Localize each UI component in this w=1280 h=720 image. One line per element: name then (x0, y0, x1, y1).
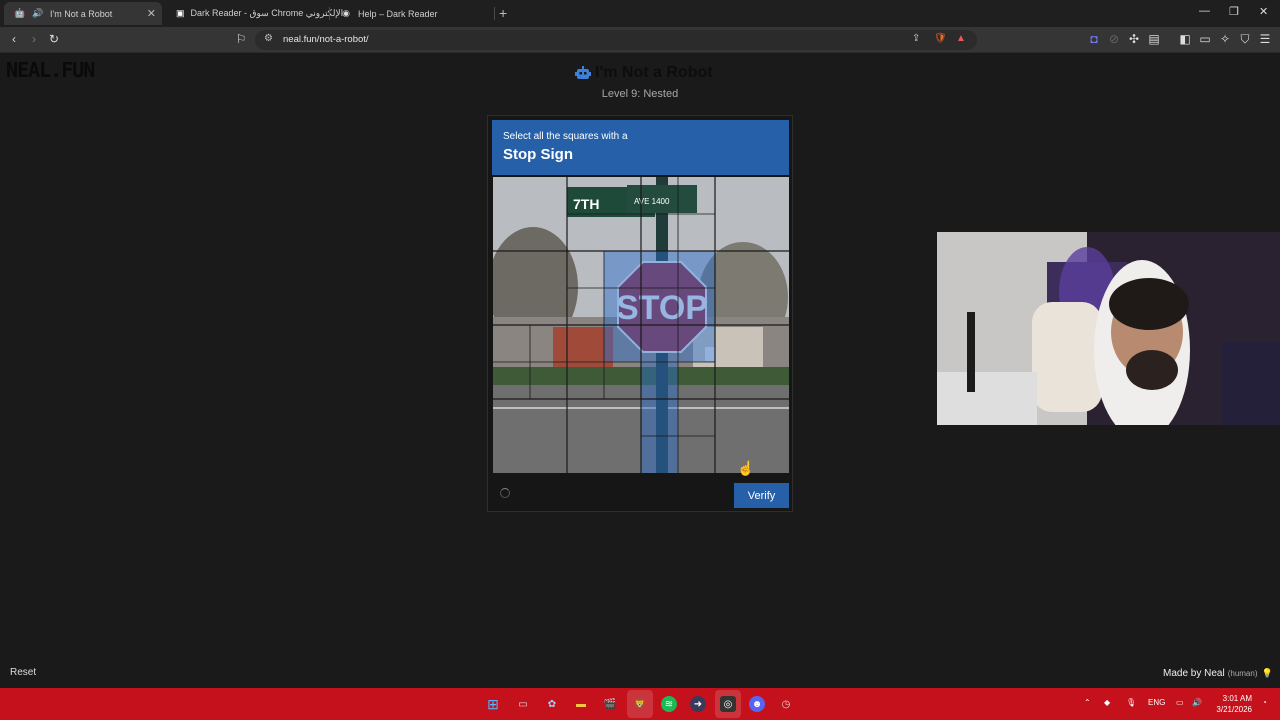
wallet-icon[interactable]: ▭ (1197, 32, 1213, 46)
tab-title: Help – Dark Reader (358, 8, 438, 19)
clapper-icon[interactable]: 🎬 (602, 696, 618, 712)
verify-button[interactable]: Verify (734, 483, 789, 508)
grid-tile-selected[interactable] (641, 288, 678, 325)
app-clock-icon[interactable]: ◷ (778, 696, 794, 712)
tab-title: I'm Not a Robot (50, 8, 113, 19)
menu-icon[interactable]: ☰ (1257, 32, 1273, 46)
spotify-icon[interactable]: ≋ (661, 696, 677, 712)
bookmark-icon[interactable]: ⚐ (233, 32, 249, 46)
grid-tile-selected[interactable] (641, 362, 678, 399)
clock-date: 3/21/2026 (1216, 705, 1252, 714)
network-icon[interactable]: ▭ (1176, 698, 1184, 707)
clock-time: 3:01 AM (1222, 694, 1252, 703)
sidebar-icon[interactable]: ◧ (1177, 32, 1193, 46)
page-title: I'm Not a Robot (595, 64, 713, 81)
hand-cursor-icon: ☝ (737, 460, 755, 476)
chrome-store-icon: ▣ (176, 8, 185, 18)
brave-shields-icon[interactable]: 🛡 (934, 33, 947, 44)
language-indicator[interactable]: ENG (1148, 698, 1165, 707)
grid-tile-selected[interactable] (604, 251, 641, 288)
close-window-button[interactable]: ✕ (1259, 5, 1268, 18)
robot-icon (575, 66, 591, 79)
notification-icon[interactable]: ◔ (1262, 698, 1267, 707)
copilot-icon[interactable]: ✿ (544, 696, 560, 712)
lightbulb-icon: 💡 (1261, 668, 1273, 678)
task-view-icon[interactable]: ▭ (515, 696, 531, 712)
obs-icon[interactable]: ◎ (720, 696, 736, 712)
captcha-target: Stop Sign (503, 146, 573, 163)
speaker-icon[interactable]: 🔊 (32, 8, 44, 20)
dark-reader-icon: ◉ (342, 8, 350, 18)
grid-tile-selected[interactable] (678, 325, 715, 362)
browser-toolbar: ‹ › ↻ ⚐ ⚙ neal.fun/not-a-robot/ ⇪ 🛡 ▲ ◘ … (0, 27, 1280, 53)
microphone-icon[interactable]: 🎙 (1126, 698, 1136, 707)
grid-tile-selected[interactable] (604, 288, 641, 325)
media-icon[interactable]: ▤ (1146, 32, 1162, 46)
captcha-grid (493, 177, 789, 473)
captcha-widget: Select all the squares with a Stop Sign (487, 115, 793, 512)
site-logo[interactable]: NEAL.FUN (6, 58, 95, 82)
minimize-button[interactable]: — (1199, 5, 1210, 17)
url-text[interactable]: neal.fun/not-a-robot/ (283, 34, 369, 45)
captcha-instruction: Select all the squares with a (503, 131, 628, 142)
reload-spinner-icon[interactable] (500, 488, 510, 498)
leo-ai-icon[interactable]: ✧ (1217, 32, 1233, 46)
grid-tile-selected[interactable] (678, 251, 715, 288)
site-info-icon[interactable]: ⚙ (264, 33, 273, 44)
vpn-icon[interactable]: ⛉ (1237, 32, 1253, 47)
grid-tile-selected[interactable] (678, 288, 715, 325)
windows-taskbar: ⊞ ▭ ✿ ▬ 🎬 🦁 ≋ ➜ ◎ ☻ ◷ ⌃ ◆ 🎙 ENG ▭ 🔊 3:01… (0, 688, 1280, 720)
tab-title: Dark Reader - سوق Chrome الإلكتروني (190, 8, 344, 18)
made-by-credit[interactable]: Made by Neal (human) 💡 (1163, 668, 1273, 679)
page-content: NEAL.FUN I'm Not a Robot Level 9: Nested… (0, 54, 1280, 688)
page-title-row: I'm Not a Robot (575, 64, 713, 82)
address-bar[interactable]: ⚙ neal.fun/not-a-robot/ ⇪ 🛡 ▲ (255, 30, 977, 50)
webcam-feed (937, 232, 1280, 425)
captcha-header: Select all the squares with a Stop Sign (492, 120, 789, 175)
reload-icon[interactable]: ↻ (46, 32, 62, 46)
share-icon[interactable]: ⇪ (912, 33, 920, 44)
grid-tile-selected[interactable] (641, 399, 678, 436)
windows-start-icon[interactable]: ⊞ (485, 696, 501, 712)
volume-icon[interactable]: 🔊 (1192, 698, 1202, 707)
made-by-text: Made by Neal (1163, 668, 1225, 679)
level-subtitle: Level 9: Nested (601, 88, 679, 100)
back-icon[interactable]: ‹ (6, 32, 22, 46)
grid-tile-selected[interactable] (641, 325, 678, 362)
robot-favicon-icon: 🤖 (14, 8, 26, 18)
new-tab-button[interactable]: + (499, 5, 507, 21)
tab-dark-reader-help[interactable]: ◉ Help – Dark Reader (330, 2, 490, 25)
made-by-suffix: (human) (1227, 669, 1258, 678)
forward-icon[interactable]: › (26, 32, 42, 46)
tab-dark-reader-store[interactable]: ▣ Dark Reader - سوق Chrome الإلكتروني (166, 2, 343, 25)
extensions-puzzle-icon[interactable]: ✣ (1126, 32, 1142, 46)
grid-tile-selected[interactable] (641, 251, 678, 288)
tray-overflow-icon[interactable]: ⌃ (1084, 698, 1091, 707)
system-clock[interactable]: 3:01 AM 3/21/2026 (1208, 693, 1252, 715)
extension-twitch-icon[interactable]: ◘ (1086, 32, 1102, 46)
tab-divider (494, 7, 495, 20)
tab-im-not-a-robot[interactable]: 🤖 🔊 I'm Not a Robot ✕ (4, 2, 162, 25)
webcam-overlay (937, 232, 1280, 425)
discord-icon[interactable]: ☻ (749, 696, 765, 712)
reset-link[interactable]: Reset (10, 667, 36, 678)
extension-icon[interactable]: ⊘ (1106, 32, 1122, 46)
file-explorer-icon[interactable]: ▬ (573, 696, 589, 712)
brave-rewards-icon[interactable]: ▲ (956, 33, 966, 44)
grid-tile-selected[interactable] (604, 325, 641, 362)
app-arrow-icon[interactable]: ➜ (690, 696, 706, 712)
grid-tile-selected[interactable] (641, 436, 678, 473)
close-tab-icon[interactable]: ✕ (147, 7, 156, 20)
maximize-button[interactable]: ❐ (1229, 5, 1239, 18)
captcha-image: 7TH AVE 1400 STOP (493, 177, 789, 473)
brave-browser-icon[interactable]: 🦁 (632, 696, 648, 712)
tab-bar: 🤖 🔊 I'm Not a Robot ✕ ▣ Dark Reader - سو… (0, 0, 1280, 27)
tray-app-icon[interactable]: ◆ (1104, 698, 1110, 707)
